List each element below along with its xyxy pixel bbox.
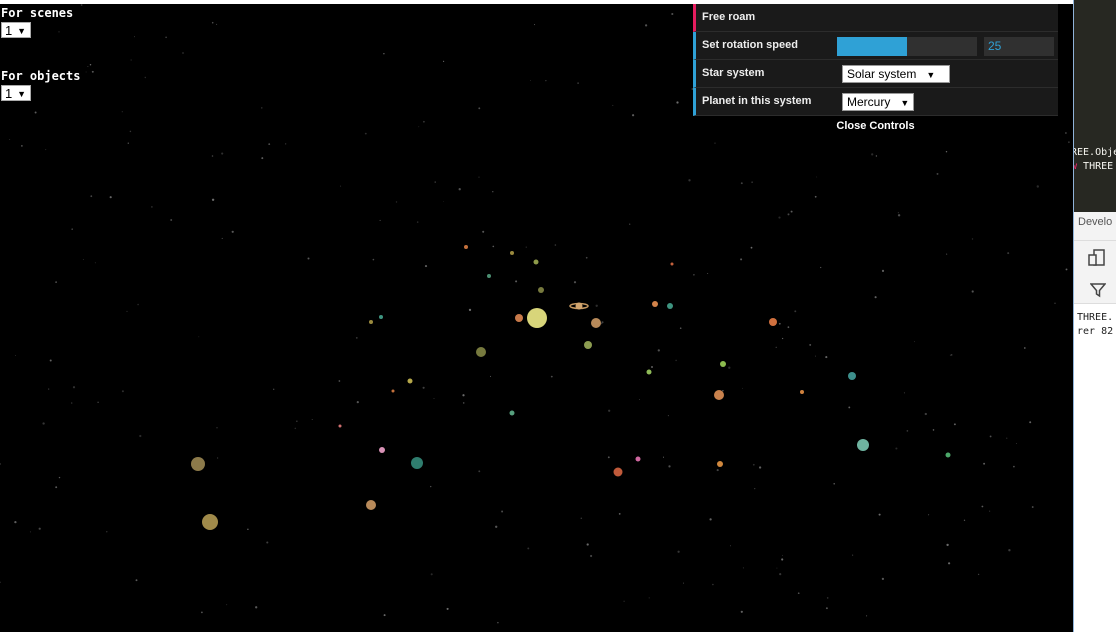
dropdown-arrow-icon: ▼ xyxy=(900,98,910,108)
planet[interactable] xyxy=(720,361,726,367)
star-system-control: Star system Solar system ▼ xyxy=(693,60,1058,88)
scenes-label: For scenes xyxy=(1,6,74,20)
clear-console-icon[interactable]: ) xyxy=(1074,280,1075,295)
devtools-toolbar xyxy=(1074,240,1116,278)
planet[interactable] xyxy=(584,341,592,349)
planet-select[interactable]: Mercury ▼ xyxy=(842,93,914,111)
planet[interactable] xyxy=(646,369,652,375)
code-editor: REE.Obje w THREE xyxy=(1074,0,1116,212)
planet[interactable] xyxy=(945,452,951,458)
planet[interactable] xyxy=(652,301,658,307)
scenes-select[interactable]: 1 ▼ xyxy=(1,22,31,38)
planet[interactable] xyxy=(464,245,468,249)
planet[interactable] xyxy=(800,390,804,394)
planet[interactable] xyxy=(515,314,523,322)
filter-icon[interactable] xyxy=(1090,282,1106,298)
planet[interactable] xyxy=(379,315,383,319)
planet[interactable] xyxy=(769,318,777,326)
rotation-speed-label: Set rotation speed xyxy=(702,39,798,51)
planet[interactable] xyxy=(407,378,413,384)
objects-control: For objects 1 ▼ xyxy=(1,69,80,101)
rotation-speed-control: Set rotation speed 25 xyxy=(693,32,1058,60)
close-controls-button[interactable]: Close Controls xyxy=(693,116,1058,136)
planet[interactable] xyxy=(717,461,723,467)
planet[interactable] xyxy=(487,274,491,278)
device-icon[interactable] xyxy=(1088,249,1106,267)
planet[interactable] xyxy=(714,390,724,400)
planet[interactable] xyxy=(476,347,486,357)
dat-gui-panel: Free roam Set rotation speed 25 Star sys… xyxy=(693,4,1058,136)
planet[interactable] xyxy=(191,457,205,471)
code-text: THREE xyxy=(1077,161,1114,172)
planet[interactable] xyxy=(667,303,673,309)
planet[interactable] xyxy=(591,318,601,328)
planet[interactable] xyxy=(411,457,423,469)
saturn[interactable] xyxy=(575,302,583,310)
console-toolbar: ) xyxy=(1074,277,1116,304)
dropdown-arrow-icon: ▼ xyxy=(926,70,936,80)
planet[interactable] xyxy=(613,467,623,477)
objects-select[interactable]: 1 ▼ xyxy=(1,85,31,101)
code-line: REE.Obje xyxy=(1073,147,1116,158)
planet[interactable] xyxy=(670,262,674,266)
code-line: w THREE xyxy=(1074,161,1114,172)
planet[interactable] xyxy=(533,259,539,265)
planet[interactable] xyxy=(848,372,856,380)
console-line: rer 82 xyxy=(1077,326,1114,337)
objects-label: For objects xyxy=(1,69,81,83)
rotation-speed-slider[interactable] xyxy=(837,37,977,56)
console-line: THREE. xyxy=(1077,312,1114,323)
planet[interactable] xyxy=(366,500,376,510)
planet[interactable] xyxy=(379,447,385,453)
planet[interactable] xyxy=(635,456,641,462)
free-roam-label: Free roam xyxy=(702,11,756,23)
planet[interactable] xyxy=(391,389,395,393)
planet[interactable] xyxy=(538,287,544,293)
planet[interactable] xyxy=(857,439,869,451)
console-output: THREE. rer 82 xyxy=(1074,304,1116,632)
rotation-speed-input[interactable]: 25 xyxy=(984,37,1054,56)
star-system-label: Star system xyxy=(702,67,765,79)
planet-label: Planet in this system xyxy=(702,95,812,107)
slider-fill xyxy=(837,37,907,56)
planet[interactable] xyxy=(338,424,342,428)
scenes-control: For scenes 1 ▼ xyxy=(1,6,73,38)
planet[interactable] xyxy=(202,514,218,530)
planet[interactable] xyxy=(369,320,373,324)
star-system-select[interactable]: Solar system ▼ xyxy=(842,65,950,83)
planet[interactable] xyxy=(510,251,514,255)
dropdown-arrow-icon: ▼ xyxy=(17,26,26,36)
free-roam-button[interactable]: Free roam xyxy=(693,4,1058,32)
devtools-pane: REE.Obje w THREE Develo ) THREE. rer 82 xyxy=(1073,0,1116,632)
dropdown-arrow-icon: ▼ xyxy=(17,89,26,99)
sun[interactable] xyxy=(527,308,547,328)
planet[interactable] xyxy=(509,410,515,416)
devtools-tab[interactable]: Develo xyxy=(1078,216,1112,228)
planet-control: Planet in this system Mercury ▼ xyxy=(693,88,1058,116)
